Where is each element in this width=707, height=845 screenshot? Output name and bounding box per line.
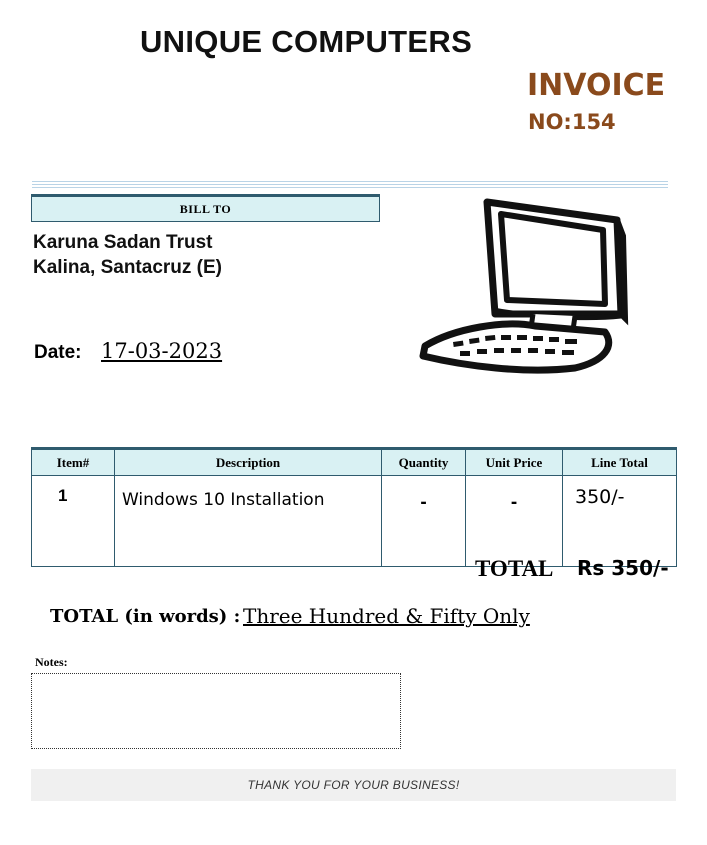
invoice-number: NO:154: [528, 110, 616, 134]
invoice-title: INVOICE: [527, 68, 666, 103]
table-row: 1 Windows 10 Installation - - 350/-: [31, 475, 677, 567]
thank-you-footer: THANK YOU FOR YOUR BUSINESS!: [31, 769, 676, 801]
total-in-words-label: TOTAL (in words) :: [50, 606, 241, 627]
cell-description: Windows 10 Installation: [114, 475, 382, 567]
bill-to-header: BILL TO: [31, 194, 380, 222]
divider-line: [32, 184, 668, 185]
bill-to-name: Karuna Sadan Trust: [33, 232, 213, 253]
cell-item-number: 1: [31, 475, 115, 567]
total-in-words-value: Three Hundred & Fifty Only: [243, 604, 530, 628]
date-label: Date:: [34, 342, 82, 363]
column-header-item: Item#: [31, 447, 115, 476]
notes-label: Notes:: [35, 655, 68, 669]
date-value: 17-03-2023: [101, 339, 223, 363]
total-label: TOTAL: [475, 556, 554, 581]
divider-line: [32, 187, 668, 188]
invoice-number-label: NO:: [528, 110, 572, 134]
column-header-description: Description: [114, 447, 382, 476]
table-header-row: Item# Description Quantity Unit Price Li…: [31, 447, 677, 476]
computer-icon: [419, 198, 629, 374]
cell-line-total: 350/-: [562, 475, 677, 567]
line-items-table: Item# Description Quantity Unit Price Li…: [31, 447, 677, 567]
bill-to-address: Kalina, Santacruz (E): [33, 257, 222, 278]
total-value: Rs 350/-: [577, 556, 669, 580]
divider-line: [32, 181, 668, 182]
cell-unit-price: -: [465, 475, 563, 567]
cell-quantity: -: [381, 475, 466, 567]
column-header-line-total: Line Total: [562, 447, 677, 476]
company-name: UNIQUE COMPUTERS: [140, 24, 473, 59]
notes-box: [31, 673, 401, 749]
column-header-unit-price: Unit Price: [465, 447, 563, 476]
invoice-number-value: 154: [571, 110, 616, 134]
column-header-quantity: Quantity: [381, 447, 466, 476]
